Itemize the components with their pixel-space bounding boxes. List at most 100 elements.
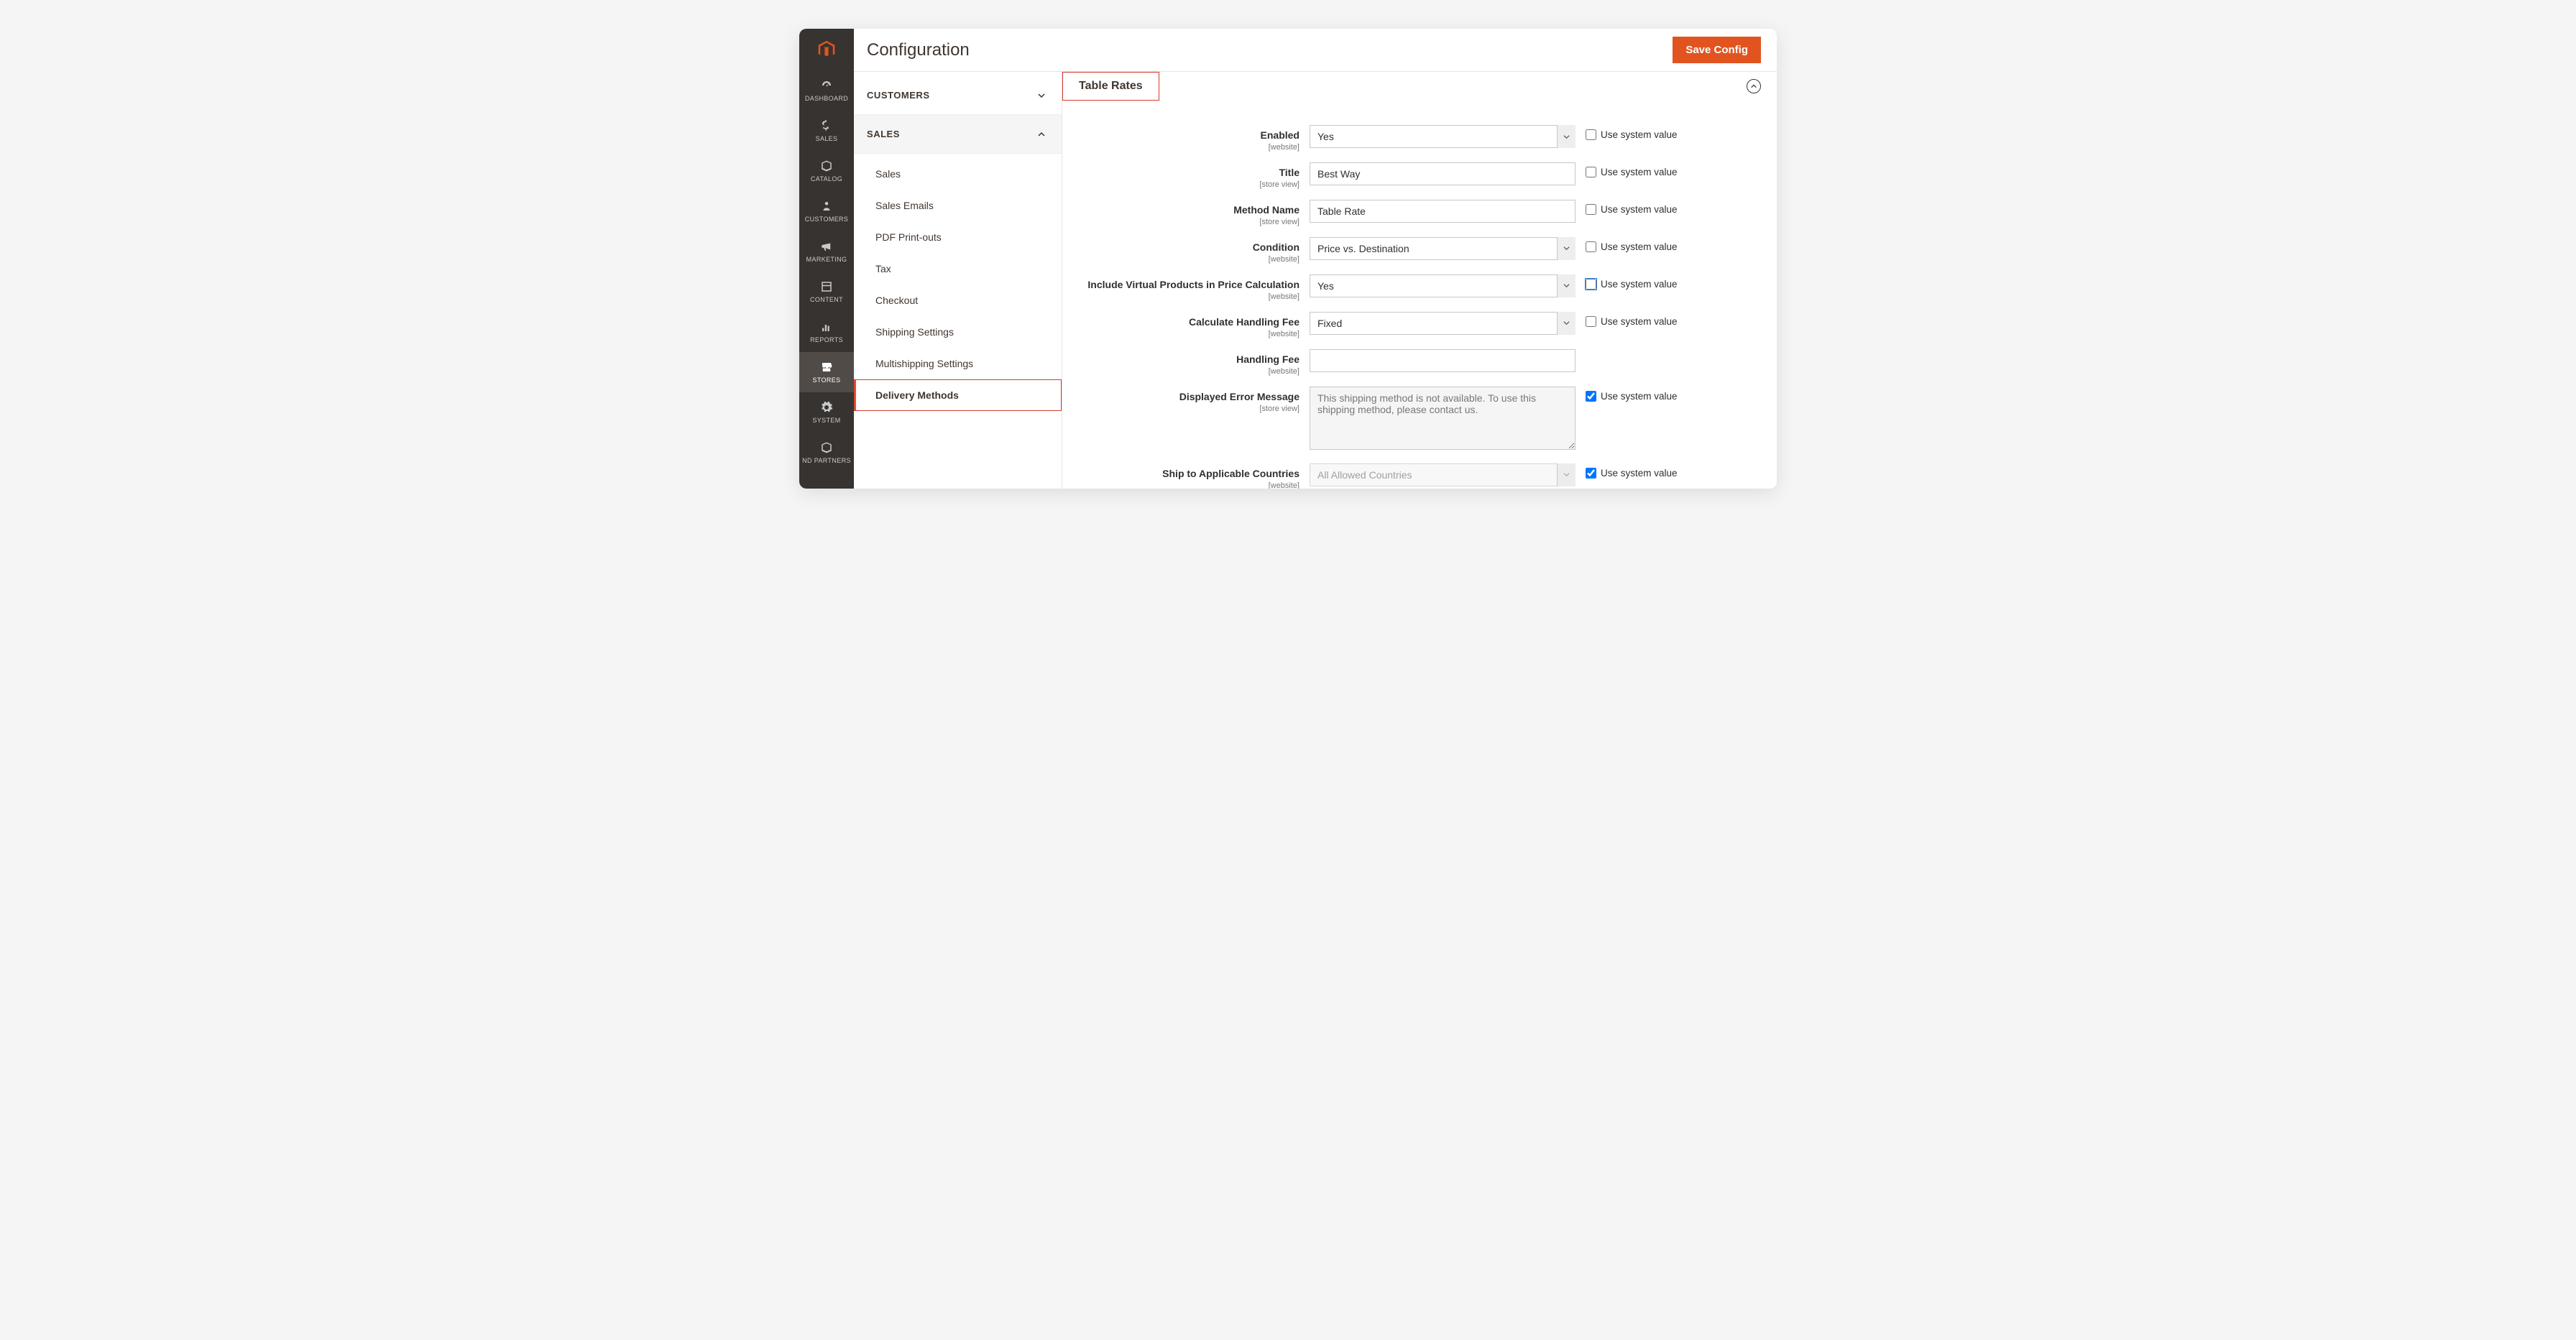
field-label: Ship to Applicable Countries [website] <box>1070 463 1300 489</box>
rail-content[interactable]: CONTENT <box>799 272 854 312</box>
chevron-up-icon <box>1037 130 1046 139</box>
field-label: Displayed Error Message [store view] <box>1070 387 1300 414</box>
use-system-checkbox-wrap[interactable]: Use system value <box>1586 125 1678 140</box>
field-row-handling-fee: Handling Fee [website] <box>1070 349 1761 376</box>
page-header: Configuration Save Config <box>854 29 1777 72</box>
use-system-checkbox[interactable] <box>1586 468 1596 479</box>
use-system-checkbox-wrap[interactable]: Use system value <box>1586 312 1678 327</box>
page-title: Configuration <box>867 40 970 60</box>
scope-text: [website] <box>1070 481 1300 489</box>
use-system-label: Use system value <box>1601 279 1678 290</box>
field-row-include-virtual: Include Virtual Products in Price Calcul… <box>1070 274 1761 302</box>
subtab-delivery-methods[interactable]: Delivery Methods <box>854 379 1062 411</box>
label-text: Enabled <box>1261 129 1300 141</box>
chevron-up-icon <box>1750 83 1757 90</box>
magento-logo-icon <box>816 40 837 60</box>
use-system-checkbox[interactable] <box>1586 241 1596 252</box>
use-system-label: Use system value <box>1601 241 1678 252</box>
rail-dashboard[interactable]: DASHBOARD <box>799 70 854 111</box>
field-control <box>1310 162 1576 185</box>
field-row-error-message: Displayed Error Message [store view] Use… <box>1070 387 1761 453</box>
subtab-pdf-printouts[interactable]: PDF Print-outs <box>854 221 1062 253</box>
scope-text: [website] <box>1070 143 1300 152</box>
use-system-checkbox-wrap[interactable]: Use system value <box>1586 463 1678 479</box>
megaphone-icon <box>820 240 833 253</box>
label-text: Method Name <box>1233 204 1300 216</box>
label-text: Include Virtual Products in Price Calcul… <box>1087 279 1300 290</box>
use-system-checkbox[interactable] <box>1586 279 1596 290</box>
calc-handling-select[interactable]: Fixed <box>1310 312 1576 335</box>
save-config-button[interactable]: Save Config <box>1673 37 1761 63</box>
label-text: Ship to Applicable Countries <box>1162 468 1300 479</box>
person-icon <box>820 200 833 213</box>
field-row-calc-handling: Calculate Handling Fee [website] Fixed U… <box>1070 312 1761 339</box>
field-control <box>1310 349 1576 372</box>
collapse-section-button[interactable] <box>1747 79 1761 93</box>
box-icon <box>820 160 833 172</box>
rail-label: STORES <box>812 376 840 384</box>
dollar-icon <box>820 119 833 132</box>
sales-subtabs: Sales Sales Emails PDF Print-outs Tax Ch… <box>854 154 1062 415</box>
subtab-sales-emails[interactable]: Sales Emails <box>854 190 1062 221</box>
include-virtual-select[interactable]: Yes <box>1310 274 1576 297</box>
rail-label: SYSTEM <box>812 417 840 424</box>
condition-select[interactable]: Price vs. Destination <box>1310 237 1576 260</box>
use-system-checkbox-wrap[interactable]: Use system value <box>1586 200 1678 215</box>
use-system-checkbox-wrap[interactable]: Use system value <box>1586 387 1678 402</box>
use-system-label: Use system value <box>1601 204 1678 215</box>
title-input[interactable] <box>1310 162 1576 185</box>
subtab-tax[interactable]: Tax <box>854 253 1062 285</box>
admin-rail: DASHBOARD SALES CATALOG CUSTOMERS MARKET… <box>799 29 854 489</box>
label-text: Condition <box>1253 241 1300 253</box>
rail-system[interactable]: SYSTEM <box>799 392 854 433</box>
subtab-sales[interactable]: Sales <box>854 158 1062 190</box>
use-system-checkbox-wrap[interactable]: Use system value <box>1586 237 1678 252</box>
rail-reports[interactable]: REPORTS <box>799 312 854 352</box>
rail-customers[interactable]: CUSTOMERS <box>799 191 854 231</box>
enabled-select[interactable]: Yes <box>1310 125 1576 148</box>
scope-text: [website] <box>1070 292 1300 302</box>
ship-countries-select: All Allowed Countries <box>1310 463 1576 486</box>
use-system-checkbox-wrap[interactable]: Use system value <box>1586 274 1678 290</box>
field-label: Calculate Handling Fee [website] <box>1070 312 1300 339</box>
tab-customers[interactable]: CUSTOMERS <box>854 76 1062 115</box>
rail-label: DASHBOARD <box>805 95 848 102</box>
label-text: Title <box>1279 167 1300 178</box>
field-row-title: Title [store view] Use system value <box>1070 162 1761 190</box>
tab-sales[interactable]: SALES <box>854 115 1062 154</box>
field-row-enabled: Enabled [website] Yes Use system value <box>1070 125 1761 152</box>
field-label: Title [store view] <box>1070 162 1300 190</box>
use-system-checkbox[interactable] <box>1586 167 1596 177</box>
label-text: Displayed Error Message <box>1179 391 1300 402</box>
rail-partners[interactable]: ND PARTNERS <box>799 433 854 473</box>
tab-label: CUSTOMERS <box>867 90 930 101</box>
layout-icon <box>820 280 833 293</box>
subtab-shipping-settings[interactable]: Shipping Settings <box>854 316 1062 348</box>
scope-text: [store view] <box>1070 180 1300 190</box>
use-system-checkbox[interactable] <box>1586 316 1596 327</box>
puzzle-icon <box>820 441 833 454</box>
subtab-multishipping-settings[interactable]: Multishipping Settings <box>854 348 1062 379</box>
use-system-checkbox[interactable] <box>1586 391 1596 402</box>
rail-label: CONTENT <box>810 296 843 303</box>
rail-stores[interactable]: STORES <box>799 352 854 392</box>
rail-sales[interactable]: SALES <box>799 111 854 151</box>
scope-text: [website] <box>1070 367 1300 376</box>
label-text: Calculate Handling Fee <box>1189 316 1300 328</box>
field-control <box>1310 200 1576 223</box>
rail-marketing[interactable]: MARKETING <box>799 231 854 272</box>
method-name-input[interactable] <box>1310 200 1576 223</box>
use-system-checkbox[interactable] <box>1586 204 1596 215</box>
table-rates-fields: Enabled [website] Yes Use system value <box>1062 93 1777 489</box>
tab-label: SALES <box>867 129 900 139</box>
subtab-checkout[interactable]: Checkout <box>854 285 1062 316</box>
use-system-checkbox-wrap[interactable]: Use system value <box>1586 162 1678 177</box>
handling-fee-input[interactable] <box>1310 349 1576 372</box>
gear-icon <box>820 401 833 414</box>
field-label: Include Virtual Products in Price Calcul… <box>1070 274 1300 302</box>
field-label: Method Name [store view] <box>1070 200 1300 227</box>
rail-catalog[interactable]: CATALOG <box>799 151 854 191</box>
use-system-checkbox[interactable] <box>1586 129 1596 140</box>
rail-label: ND PARTNERS <box>802 457 851 464</box>
error-message-textarea <box>1310 387 1576 450</box>
